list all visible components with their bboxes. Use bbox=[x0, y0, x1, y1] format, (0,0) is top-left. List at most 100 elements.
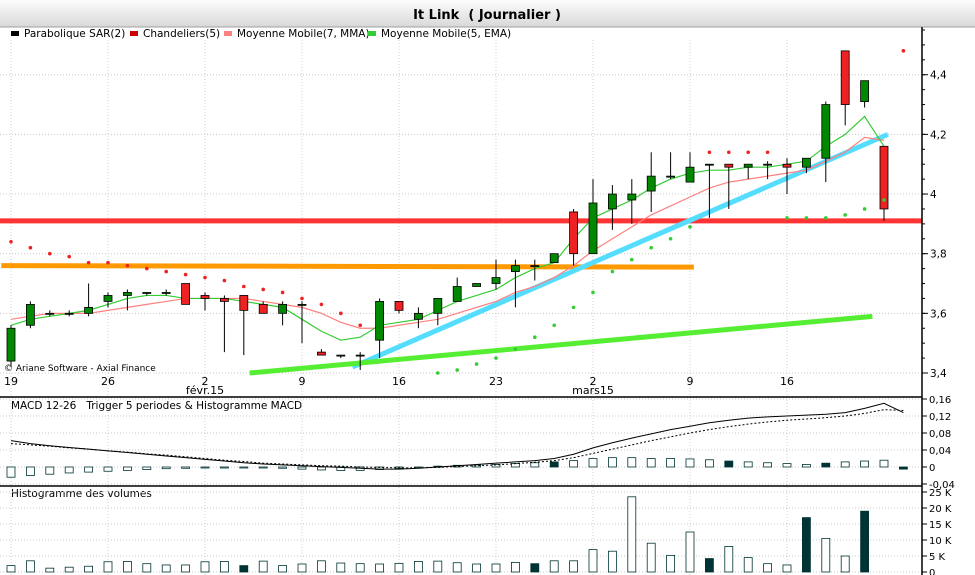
macd-hist-bar bbox=[763, 462, 772, 468]
volume-bar bbox=[549, 560, 559, 573]
date-axis: 19 26 2févr.159 16 23 2mars159 16 bbox=[4, 375, 794, 397]
volume-tick-label: 5 K bbox=[929, 552, 946, 563]
macd-hist-bar bbox=[123, 466, 132, 471]
date-tick-label: 16 bbox=[392, 375, 406, 388]
candle-body bbox=[627, 193, 637, 201]
volume-bar bbox=[123, 561, 132, 573]
candle-body bbox=[433, 298, 443, 314]
price-tick-label: 4,2 bbox=[930, 129, 947, 141]
sar-dot bbox=[862, 207, 867, 211]
price-tick-label: 4,4 bbox=[930, 70, 947, 82]
sar-dot bbox=[48, 251, 52, 256]
macd-line bbox=[10, 402, 904, 470]
volume-bar bbox=[705, 558, 714, 573]
candle-body bbox=[821, 104, 831, 159]
sar-dot bbox=[125, 263, 130, 268]
volume-bar bbox=[452, 562, 462, 573]
macd-axis: -0,0400,040,080,120,16 bbox=[922, 395, 955, 491]
sar-dot bbox=[765, 150, 770, 155]
macd-hist-bar bbox=[743, 461, 753, 468]
sar-dot bbox=[901, 49, 906, 53]
candle-body bbox=[297, 303, 307, 306]
candle-body bbox=[316, 351, 326, 356]
volume-bar bbox=[782, 564, 792, 573]
volume-bar bbox=[258, 560, 268, 573]
candle-body bbox=[413, 312, 423, 320]
sar-dot bbox=[106, 260, 110, 265]
macd-hist-bar bbox=[181, 466, 191, 469]
sar-dot bbox=[164, 269, 168, 274]
volume-bar bbox=[239, 565, 249, 573]
macd-hist-bar bbox=[608, 457, 617, 468]
macd-hist-bar bbox=[510, 463, 520, 468]
volume-bar bbox=[316, 560, 326, 573]
legend-label-ema: Moyenne Mobile(5, EMA) bbox=[381, 28, 511, 40]
candle-body bbox=[840, 50, 850, 105]
volume-bar bbox=[821, 538, 831, 573]
sar-dot bbox=[222, 278, 227, 283]
sar-dot bbox=[707, 150, 712, 155]
volume-bars bbox=[6, 496, 869, 573]
volume-bar bbox=[394, 562, 404, 573]
candle-body bbox=[452, 286, 462, 302]
macd-hist-bar bbox=[297, 466, 307, 470]
copyright: © Ariane Software - Axial Finance bbox=[4, 364, 156, 374]
volume-bar bbox=[627, 496, 637, 573]
volume-bar bbox=[181, 564, 191, 573]
legend: Parabolique SAR(2) Chandeliers(5) Moyenn… bbox=[11, 28, 511, 40]
sar-dot bbox=[649, 245, 653, 250]
macd-hist-bar bbox=[685, 458, 695, 468]
sar-dot bbox=[474, 362, 479, 366]
volume-bar bbox=[6, 565, 16, 573]
candle-body bbox=[646, 175, 656, 192]
candle-body bbox=[336, 354, 346, 357]
date-tick-label: 26 bbox=[101, 375, 115, 388]
volume-tick-label: 15 K bbox=[929, 520, 952, 531]
candle-body bbox=[705, 163, 714, 166]
date-tick-label: 9 bbox=[687, 375, 694, 388]
candle-body bbox=[84, 306, 93, 314]
volume-bar bbox=[802, 517, 811, 573]
sar-dot bbox=[242, 284, 246, 289]
candle-body bbox=[239, 295, 249, 311]
ema-line bbox=[10, 115, 885, 341]
moving-averages bbox=[10, 115, 885, 341]
macd-hist-bar bbox=[239, 466, 249, 469]
legend-item-candles: Chandeliers(5) bbox=[130, 28, 220, 40]
volume-bar bbox=[685, 531, 695, 573]
candle-body bbox=[510, 265, 520, 272]
macd-hist-bar bbox=[705, 459, 714, 468]
volume-bar bbox=[588, 549, 598, 573]
macd-hist-bar bbox=[25, 466, 35, 476]
macd-histogram bbox=[6, 457, 908, 478]
candle-body bbox=[45, 312, 55, 315]
macd-hist-bar bbox=[258, 466, 268, 469]
date-tick-label: 23 bbox=[489, 375, 503, 388]
volume-bar bbox=[763, 563, 772, 573]
sar-dot bbox=[9, 239, 13, 244]
macd-tick-label: 0,16 bbox=[929, 395, 951, 406]
macd-hist-bar bbox=[103, 466, 113, 472]
sar-dot bbox=[513, 347, 518, 351]
candle-body bbox=[666, 175, 675, 178]
macd-tick-label: 0,12 bbox=[929, 412, 951, 423]
candle-body bbox=[588, 202, 598, 255]
candlesticks bbox=[6, 50, 889, 371]
volume-bar bbox=[375, 563, 385, 573]
candle-body bbox=[549, 253, 559, 264]
legend-swatch-sar bbox=[11, 31, 19, 36]
sar-dot bbox=[746, 150, 750, 155]
macd-hist-bar bbox=[802, 464, 811, 468]
macd-hist-bar bbox=[569, 460, 578, 468]
trend-line bbox=[249, 313, 873, 376]
macd-hist-bar bbox=[142, 466, 152, 470]
volume-bar bbox=[530, 563, 540, 573]
sar-dot bbox=[300, 296, 304, 301]
candle-body bbox=[763, 163, 772, 166]
volume-bar bbox=[45, 567, 55, 573]
trigger-line bbox=[10, 409, 904, 469]
candle-body bbox=[608, 193, 617, 210]
sar-dot bbox=[145, 266, 149, 271]
volume-bar bbox=[666, 554, 675, 573]
volume-bar bbox=[840, 555, 850, 573]
